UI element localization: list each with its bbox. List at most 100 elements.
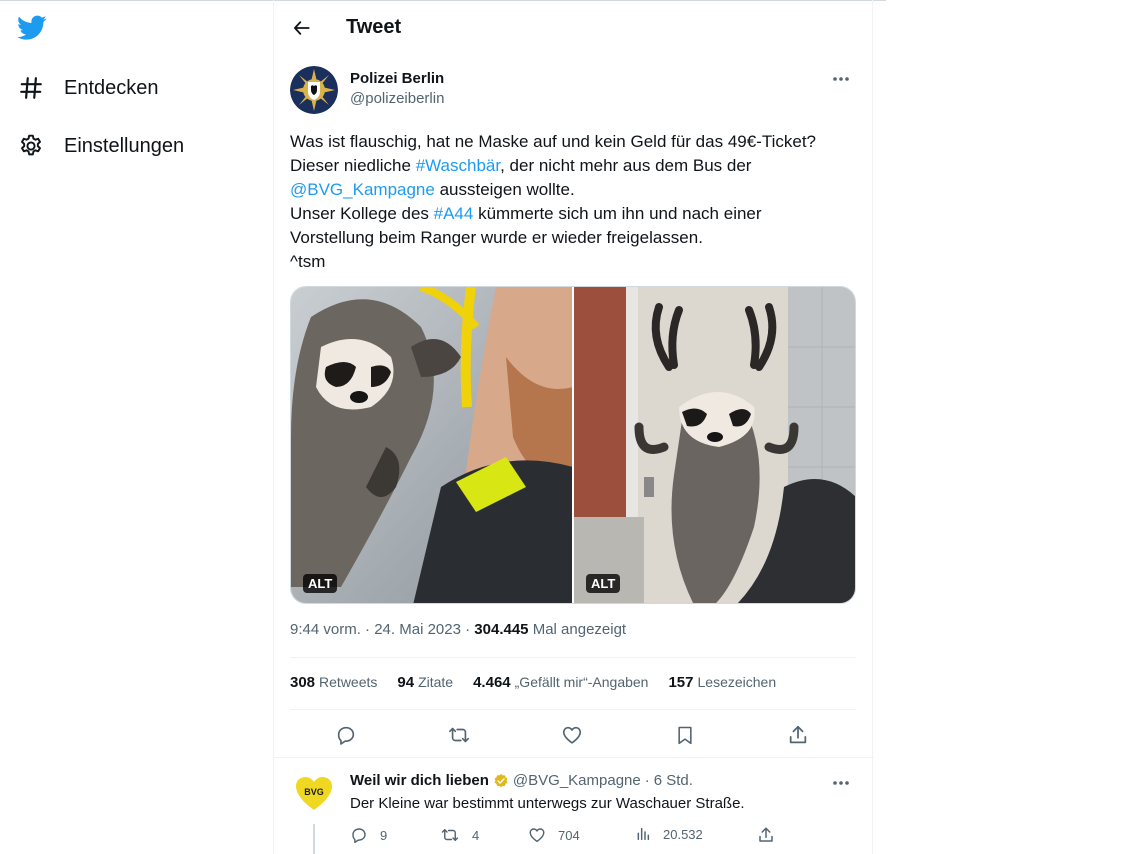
reply-time[interactable]: 6 Std.: [654, 772, 693, 789]
tweet-text: Was ist flauschig, hat ne Maske auf und …: [290, 130, 858, 274]
tweet-time[interactable]: 9:44 vorm.: [290, 621, 361, 638]
view-count: 304.445: [474, 621, 529, 638]
text-segment: , der nicht mehr aus dem Bus der: [500, 156, 752, 175]
reply-button[interactable]: 9: [350, 826, 387, 844]
reply-actions: 9 4 704 20.532: [350, 826, 800, 846]
share-button[interactable]: [783, 720, 813, 750]
arrow-left-icon: [294, 21, 310, 35]
stat-bookmarks[interactable]: 157 Lesezeichen: [668, 674, 776, 691]
tweet-text-line: Unser Kollege des #A44 kümmerte sich um …: [290, 202, 858, 226]
text-segment: Dieser niedliche: [290, 156, 416, 175]
stat-value: 157: [668, 674, 694, 691]
divider: [290, 657, 856, 658]
stat-label: Retweets: [319, 674, 378, 690]
separator: ·: [465, 621, 471, 638]
left-nav: Entdecken Einstellungen: [0, 0, 273, 854]
retweet-count: 4: [472, 827, 480, 843]
divider: [274, 757, 874, 758]
page-header: Tweet: [274, 0, 874, 56]
mention-link[interactable]: @BVG_Kampagne: [290, 180, 435, 199]
reply-icon: [337, 726, 355, 745]
like-button[interactable]: [557, 720, 587, 750]
avatar[interactable]: [290, 66, 338, 114]
retweet-button[interactable]: [444, 720, 474, 750]
bookmark-icon: [678, 726, 692, 745]
separator: ·: [644, 772, 650, 789]
reply-text: Der Kleine war bestimmt unterwegs zur Wa…: [350, 795, 745, 812]
reply-author-handle[interactable]: @BVG_Kampagne: [513, 772, 641, 789]
stat-quotes[interactable]: 94 Zitate: [397, 674, 453, 691]
heart-icon: [562, 726, 582, 744]
tweet-text-line: @BVG_Kampagne aussteigen wollte.: [290, 178, 858, 202]
twitter-bird-icon[interactable]: [17, 15, 47, 41]
page-title: Tweet: [346, 16, 402, 38]
author-handle[interactable]: @polizeiberlin: [350, 90, 444, 107]
bar-chart-icon: [637, 827, 650, 841]
like-count: 704: [558, 827, 580, 843]
stat-label: Zitate: [418, 674, 454, 690]
more-button[interactable]: [824, 770, 858, 796]
tweet-actions: [290, 720, 856, 750]
stat-value: 94: [397, 674, 415, 691]
stat-likes[interactable]: 4.464 „Gefällt mir“-Angaben: [473, 674, 648, 691]
tweet-text-line: Was ist flauschig, hat ne Maske auf und …: [290, 132, 817, 151]
more-button[interactable]: [824, 66, 858, 92]
nav-item-settings[interactable]: Einstellungen: [16, 126, 184, 166]
tweet-text-line: ^tsm: [290, 252, 326, 271]
view-count: 20.532: [663, 826, 703, 842]
retweet-icon: [449, 727, 469, 743]
tweet-photo[interactable]: ALT: [291, 287, 572, 603]
tweet-stats: 308 Retweets 94 Zitate 4.464 „Gefällt mir“-…: [290, 674, 796, 691]
nav-item-explore[interactable]: Entdecken: [16, 68, 159, 108]
stat-retweets[interactable]: 308 Retweets: [290, 674, 377, 691]
share-button[interactable]: [757, 826, 775, 844]
retweet-button[interactable]: 4: [440, 826, 479, 844]
verified-badge-icon: [493, 773, 509, 789]
author-name[interactable]: Polizei Berlin: [350, 70, 444, 87]
stat-value: 308: [290, 674, 316, 691]
stat-value: 4.464: [473, 674, 511, 691]
retweet-icon: [441, 829, 459, 841]
tweet-text-line: Dieser niedliche #Waschbär, der nicht me…: [290, 154, 858, 178]
back-button[interactable]: [286, 12, 318, 44]
view-count-label: Mal angezeigt: [532, 621, 627, 638]
avatar[interactable]: BVG: [290, 770, 338, 818]
tweet-date[interactable]: 24. Mai 2023: [374, 621, 461, 638]
bvg-logo-text: BVG: [304, 787, 324, 797]
like-button[interactable]: 704: [528, 826, 580, 844]
reply-icon: [352, 828, 366, 844]
bookmark-button[interactable]: [670, 720, 700, 750]
text-segment: aussteigen wollte.: [434, 180, 575, 199]
tweet-author: Polizei Berlin @polizeiberlin: [290, 66, 858, 116]
media-grid: ALT ALT: [290, 286, 856, 604]
more-dots-icon: [833, 781, 849, 785]
alt-badge[interactable]: ALT: [586, 574, 621, 593]
stat-label: „Gefällt mir“-Angaben: [514, 674, 649, 690]
alt-badge[interactable]: ALT: [303, 574, 338, 593]
heart-icon: [529, 828, 545, 843]
reply-tweet[interactable]: BVG Weil wir dich lieben @BVG_Kampagne ·…: [290, 770, 858, 854]
divider: [290, 709, 856, 710]
views-button[interactable]: 20.532: [635, 826, 703, 842]
stat-label: Lesezeichen: [697, 674, 777, 690]
reply-button[interactable]: [331, 720, 361, 750]
reply-header: Weil wir dich lieben @BVG_Kampagne · 6 S…: [350, 772, 693, 789]
text-segment: Unser Kollege des: [290, 204, 434, 223]
main-column: Tweet Polizei Berlin @polizeiberlin Was …: [273, 0, 874, 854]
hashtag-link[interactable]: #A44: [434, 204, 474, 223]
nav-item-label: Einstellungen: [64, 134, 185, 157]
thread-line: [313, 824, 315, 854]
share-icon: [759, 827, 773, 842]
separator: ·: [365, 621, 371, 638]
more-dots-icon: [833, 77, 849, 81]
tweet-text-line: Vorstellung beim Ranger wurde er wieder …: [290, 228, 703, 247]
tweet-photo[interactable]: ALT: [574, 287, 855, 603]
nav-item-label: Entdecken: [64, 76, 159, 99]
tweet-meta: 9:44 vorm. · 24. Mai 2023 · 304.445 Mal …: [290, 621, 626, 638]
reply-author-name[interactable]: Weil wir dich lieben: [350, 772, 489, 789]
hashtag-icon: [16, 73, 46, 103]
gear-icon: [16, 131, 46, 161]
reply-count: 9: [380, 827, 388, 843]
share-icon: [789, 725, 807, 744]
hashtag-link[interactable]: #Waschbär: [416, 156, 500, 175]
